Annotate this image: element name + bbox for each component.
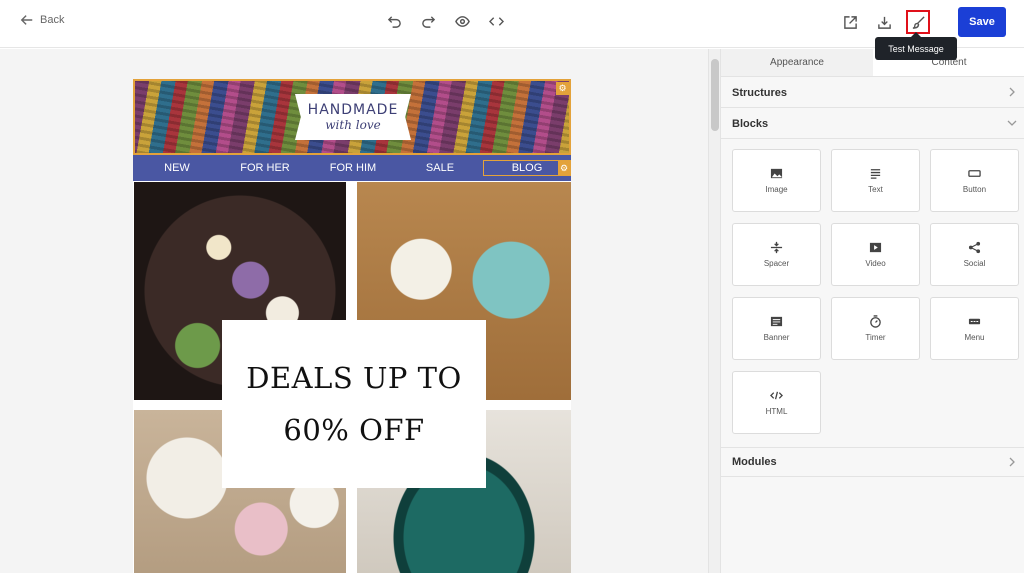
block-image[interactable]: Image xyxy=(732,149,821,212)
editor-tools xyxy=(384,11,506,31)
block-timer[interactable]: Timer xyxy=(831,297,920,360)
scrollbar-thumb[interactable] xyxy=(711,59,719,131)
block-html[interactable]: HTML xyxy=(732,371,821,434)
code-view-button[interactable] xyxy=(486,11,506,31)
preview-button[interactable] xyxy=(452,11,472,31)
back-button[interactable]: Back xyxy=(20,13,64,27)
spacer-icon xyxy=(770,241,783,254)
section-modules-label: Modules xyxy=(732,456,777,468)
eye-icon xyxy=(454,15,470,27)
block-spacer[interactable]: Spacer xyxy=(732,223,821,286)
export-button[interactable] xyxy=(838,10,862,34)
block-banner[interactable]: Banner xyxy=(732,297,821,360)
text-icon xyxy=(870,169,881,179)
deals-line1: DEALS UP TO xyxy=(246,361,462,395)
redo-icon xyxy=(421,15,435,28)
logo-line2: with love xyxy=(325,118,381,132)
block-social[interactable]: Social xyxy=(930,223,1019,286)
test-message-tooltip: Test Message xyxy=(875,32,957,60)
top-toolbar: Back Save xyxy=(0,0,1024,48)
logo-line1: HANDMADE xyxy=(307,102,399,118)
panel-tabs: Appearance Content xyxy=(721,49,1024,77)
section-modules[interactable]: Modules xyxy=(721,447,1024,477)
block-button-label: Button xyxy=(962,185,987,194)
block-menu-label: Menu xyxy=(964,333,985,342)
deals-line2: 60% OFF xyxy=(283,413,425,447)
button-icon xyxy=(968,170,981,177)
nav-item-for-him[interactable]: FOR HIM xyxy=(309,162,397,174)
block-text-label: Text xyxy=(868,185,883,194)
code-icon xyxy=(770,391,783,400)
block-video-label: Video xyxy=(865,259,886,268)
brush-icon xyxy=(912,15,925,29)
email-nav-menu: NEW FOR HER FOR HIM SALE BLOG ⚙ xyxy=(133,155,571,181)
save-button[interactable]: Save xyxy=(958,7,1006,37)
editor-sidebar: Appearance Content Structures Blocks Ima… xyxy=(720,49,1024,573)
tab-appearance[interactable]: Appearance xyxy=(721,49,873,76)
menu-icon xyxy=(968,318,981,325)
action-tools xyxy=(838,10,930,34)
block-social-label: Social xyxy=(963,259,986,268)
section-structures-label: Structures xyxy=(732,86,788,99)
block-button[interactable]: Button xyxy=(930,149,1019,212)
block-edit-icon[interactable]: ⚙ xyxy=(556,82,569,95)
chevron-right-icon xyxy=(1009,457,1015,467)
nav-item-for-her[interactable]: FOR HER xyxy=(221,162,309,174)
nav-item-blog[interactable]: BLOG ⚙ xyxy=(483,160,571,176)
image-icon xyxy=(770,168,783,179)
section-structures[interactable]: Structures xyxy=(721,78,1024,108)
external-link-icon xyxy=(843,15,857,29)
undo-icon xyxy=(387,15,401,28)
section-blocks[interactable]: Blocks xyxy=(721,109,1024,139)
deals-banner[interactable]: DEALS UP TO 60% OFF xyxy=(222,320,486,488)
download-button[interactable] xyxy=(872,10,896,34)
brand-logo: HANDMADE with love xyxy=(295,94,411,140)
test-message-button[interactable] xyxy=(906,10,930,34)
block-edit-icon[interactable]: ⚙ xyxy=(558,161,570,175)
section-blocks-label: Blocks xyxy=(732,117,769,130)
block-video[interactable]: Video xyxy=(831,223,920,286)
nav-item-new[interactable]: NEW xyxy=(133,162,221,174)
chevron-right-icon xyxy=(1009,87,1015,97)
video-icon xyxy=(869,242,882,253)
back-label: Back xyxy=(40,14,65,26)
timer-icon xyxy=(870,315,881,328)
block-menu[interactable]: Menu xyxy=(930,297,1019,360)
banner-icon xyxy=(770,316,783,327)
email-canvas: HANDMADE with love ⚙ NEW FOR HER FOR HIM… xyxy=(0,49,708,573)
email-preview: HANDMADE with love ⚙ NEW FOR HER FOR HIM… xyxy=(133,79,571,573)
hero-banner[interactable]: HANDMADE with love ⚙ xyxy=(133,79,571,155)
canvas-scrollbar[interactable] xyxy=(708,49,720,573)
download-icon xyxy=(877,16,891,29)
block-spacer-label: Spacer xyxy=(763,259,790,268)
block-timer-label: Timer xyxy=(865,333,886,342)
code-icon xyxy=(488,16,504,26)
block-text[interactable]: Text xyxy=(831,149,920,212)
nav-item-sale[interactable]: SALE xyxy=(397,162,483,174)
arrow-left-icon xyxy=(20,15,33,25)
block-image-label: Image xyxy=(765,185,788,194)
nav-blog-label: BLOG xyxy=(511,162,543,174)
undo-button[interactable] xyxy=(384,11,404,31)
chevron-down-icon xyxy=(1007,120,1017,126)
block-banner-label: Banner xyxy=(763,333,790,342)
block-html-label: HTML xyxy=(765,407,788,416)
redo-button[interactable] xyxy=(418,11,438,31)
share-icon xyxy=(968,241,981,254)
